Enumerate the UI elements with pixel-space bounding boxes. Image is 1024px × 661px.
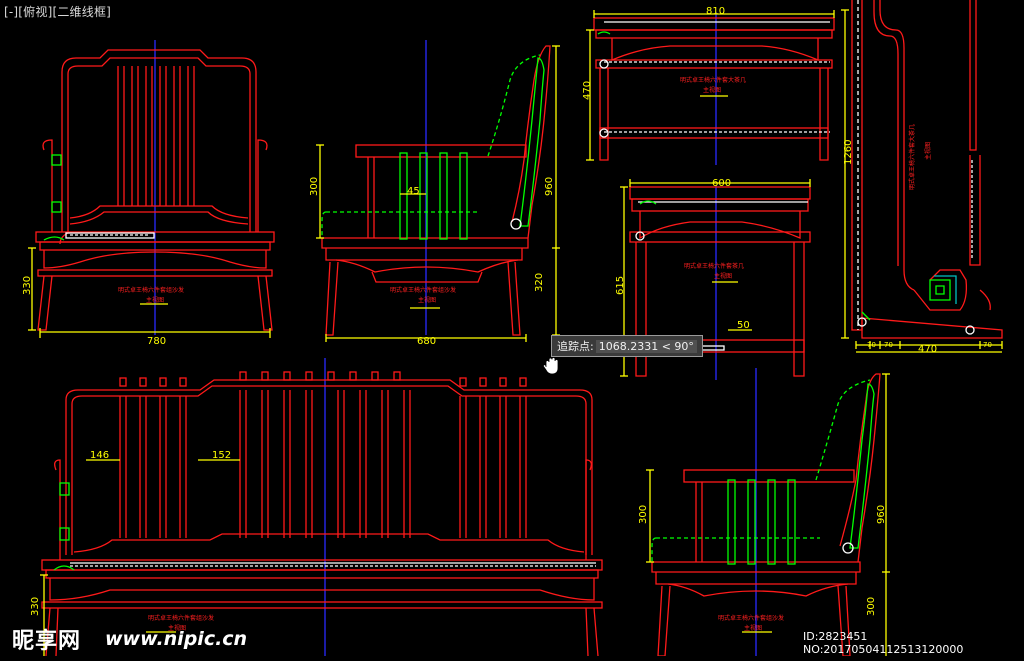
title-table-front: 明式卓王椅六件套茶几 xyxy=(684,262,744,270)
tooltip-value: 1068.2331 < 90° xyxy=(595,340,697,353)
dim-table-front-slat: 50 xyxy=(737,320,750,331)
dim-armchair-side-leg: 320 xyxy=(534,273,545,292)
dim-sofa-side-leg: 300 xyxy=(866,597,877,616)
dim-sofa-side-height: 960 xyxy=(876,505,887,524)
sofa-front-view xyxy=(40,358,603,657)
subtitle-table-front: 主视图 xyxy=(714,272,732,280)
dim-armchair-side-depth: 680 xyxy=(417,336,436,347)
dim-sofa-gap-mid: 152 xyxy=(212,450,231,461)
dim-sofa-seat: 330 xyxy=(30,597,41,616)
dim-armchair-side-slat: 45 xyxy=(407,186,420,197)
dim-armchair-front-width: 780 xyxy=(147,336,166,347)
dim-table-front-width: 600 xyxy=(712,178,731,189)
watermark-url: www.nipic.cn xyxy=(105,628,248,650)
dim-sofa-side-back: 300 xyxy=(638,505,649,524)
subtitle-sofa-side: 主视图 xyxy=(744,624,762,632)
title-armchair-front: 明式卓王椅六件套组沙发 xyxy=(118,286,184,294)
watermark-id: ID:2823451 NO:20170504112513120000 xyxy=(803,630,964,656)
dim-table-top-width: 810 xyxy=(706,6,725,17)
pan-hand-icon xyxy=(542,357,559,375)
title-sofa-side: 明式卓王椅六件套组沙发 xyxy=(718,614,784,622)
watermark-logo: 昵享网 xyxy=(12,629,82,654)
dim-table-top-depth: 470 xyxy=(582,81,593,100)
dim-section-b: 70 xyxy=(884,341,893,349)
subtitle-armchair-side: 主视图 xyxy=(418,296,436,304)
drawing-canvas[interactable]: 780 330 680 300 960 320 45 810 470 600 6… xyxy=(0,0,1024,657)
section-view xyxy=(841,0,1003,353)
dim-table-front-height: 615 xyxy=(615,276,626,295)
armchair-side-view xyxy=(316,40,560,342)
subtitle-armchair-front: 主视图 xyxy=(146,296,164,304)
dim-section-height: 1260 xyxy=(843,140,854,165)
viewport-label[interactable]: [-][俯视][二维线框] xyxy=(4,3,111,20)
sofa-side-view xyxy=(646,368,890,657)
title-sofa-front: 明式卓王椅六件套组沙发 xyxy=(148,614,214,622)
tooltip-label: 追踪点: xyxy=(557,340,594,353)
dim-sofa-gap-left: 146 xyxy=(90,450,109,461)
dim-section-c: 70 xyxy=(983,341,992,349)
cad-viewport[interactable]: 780 330 680 300 960 320 45 810 470 600 6… xyxy=(0,0,1024,657)
title-table-top: 明式卓王椅六件套大茶几 xyxy=(680,76,746,84)
dim-armchair-front-seat: 330 xyxy=(22,276,33,295)
dim-armchair-side-back: 300 xyxy=(309,177,320,196)
title-armchair-side: 明式卓王椅六件套组沙发 xyxy=(390,286,456,294)
subtitle-section: 主视图 xyxy=(924,142,932,160)
dim-section-width: 470 xyxy=(918,344,937,355)
dim-section-a: 70 xyxy=(867,341,876,349)
title-section: 明式卓王椅六件套大茶几 xyxy=(908,124,916,190)
tracking-tooltip: 追踪点: 1068.2331 < 90° xyxy=(551,335,703,357)
subtitle-table-top: 主视图 xyxy=(703,86,721,94)
dim-armchair-side-height: 960 xyxy=(544,177,555,196)
